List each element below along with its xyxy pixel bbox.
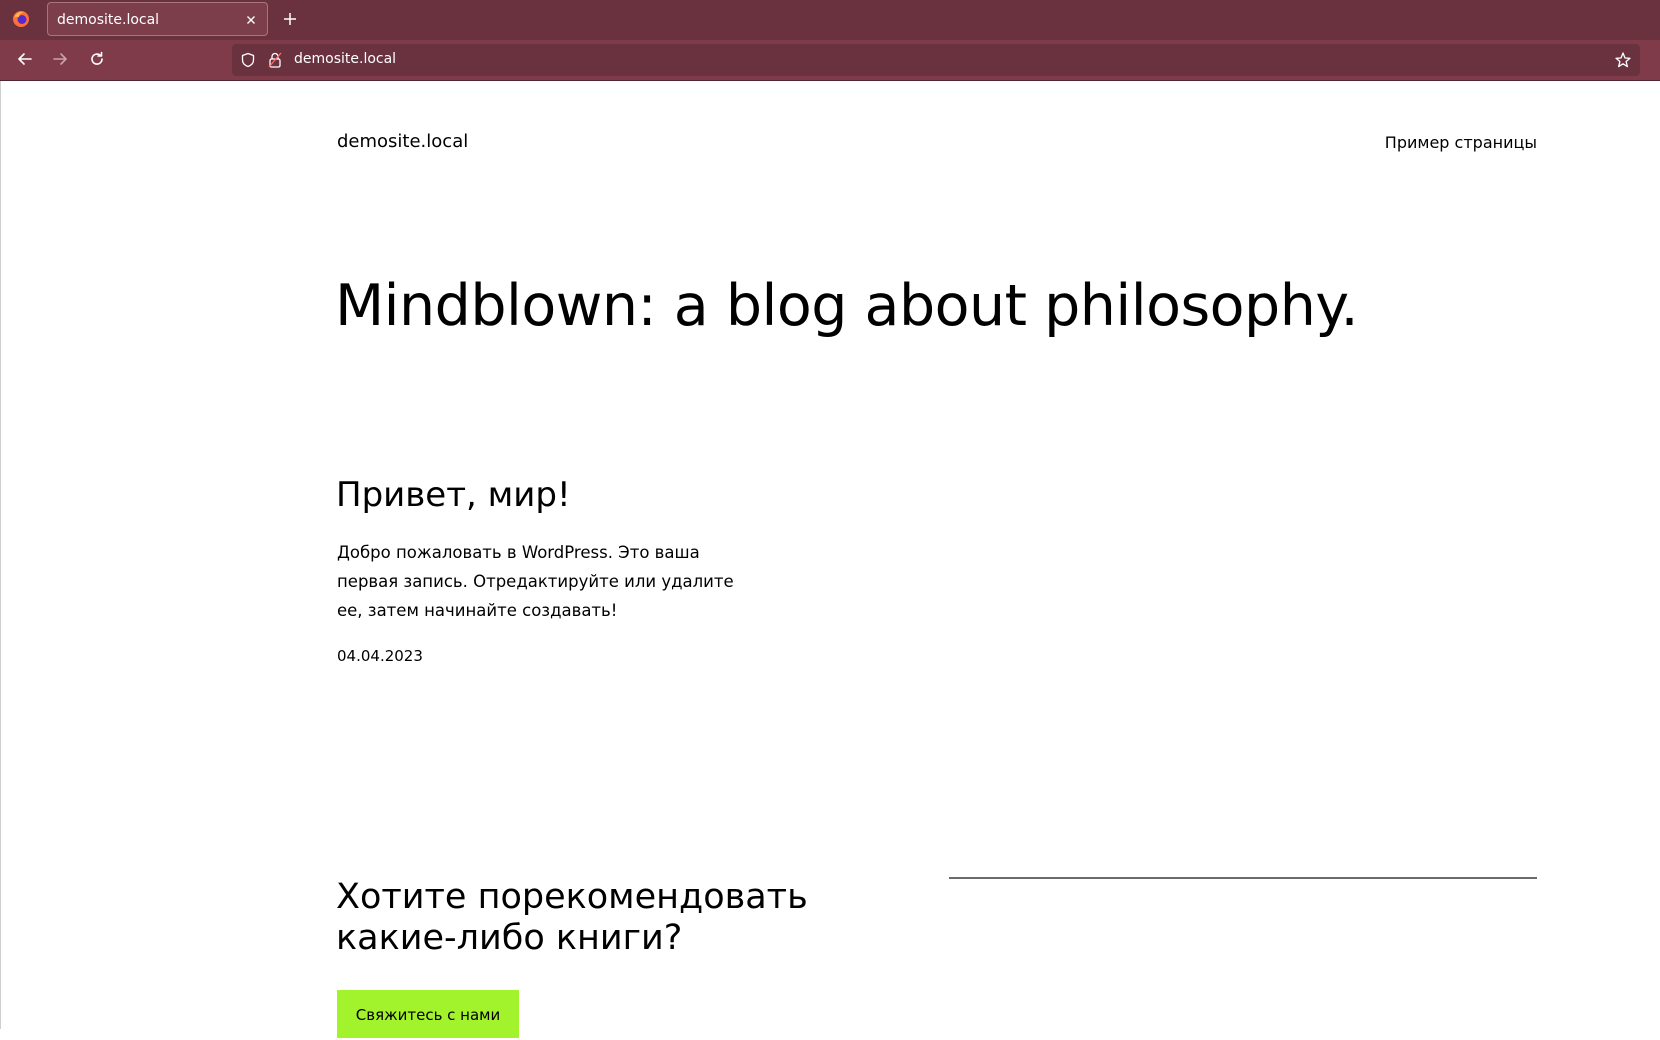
cta-heading: Хотите порекомендовать какие-либо книги? <box>336 877 808 958</box>
hero-title: Mindblown: a blog about philosophy. <box>335 273 1359 339</box>
url-text[interactable]: demosite.local <box>294 51 396 67</box>
browser-tab[interactable]: demosite.local <box>47 2 268 36</box>
separator-line <box>949 877 1537 879</box>
arrow-left-icon[interactable] <box>16 50 34 68</box>
post-title-link[interactable]: Привет, мир! <box>336 475 571 515</box>
shield-icon[interactable] <box>240 52 256 68</box>
plus-icon[interactable] <box>282 11 298 27</box>
arrow-right-icon[interactable] <box>51 50 69 68</box>
web-page: demosite.local Пример страницы Mindblown… <box>0 81 1660 1038</box>
post-date: 04.04.2023 <box>337 647 423 665</box>
tab-title: demosite.local <box>57 12 160 28</box>
star-icon[interactable] <box>1614 51 1632 69</box>
lock-icon[interactable] <box>268 52 282 68</box>
firefox-icon[interactable] <box>11 9 31 29</box>
reload-icon[interactable] <box>88 50 106 68</box>
nav-link-sample-page[interactable]: Пример страницы <box>1385 133 1537 152</box>
contact-us-button[interactable]: Свяжитесь с нами <box>337 990 519 1038</box>
site-title-link[interactable]: demosite.local <box>337 131 468 152</box>
browser-nav-bar: demosite.local <box>0 40 1660 81</box>
browser-tab-bar: demosite.local <box>0 0 1660 40</box>
post-excerpt: Добро пожаловать в WordPress. Это ваша п… <box>337 543 734 620</box>
close-icon[interactable] <box>243 12 259 28</box>
url-bar[interactable]: demosite.local <box>232 44 1640 76</box>
